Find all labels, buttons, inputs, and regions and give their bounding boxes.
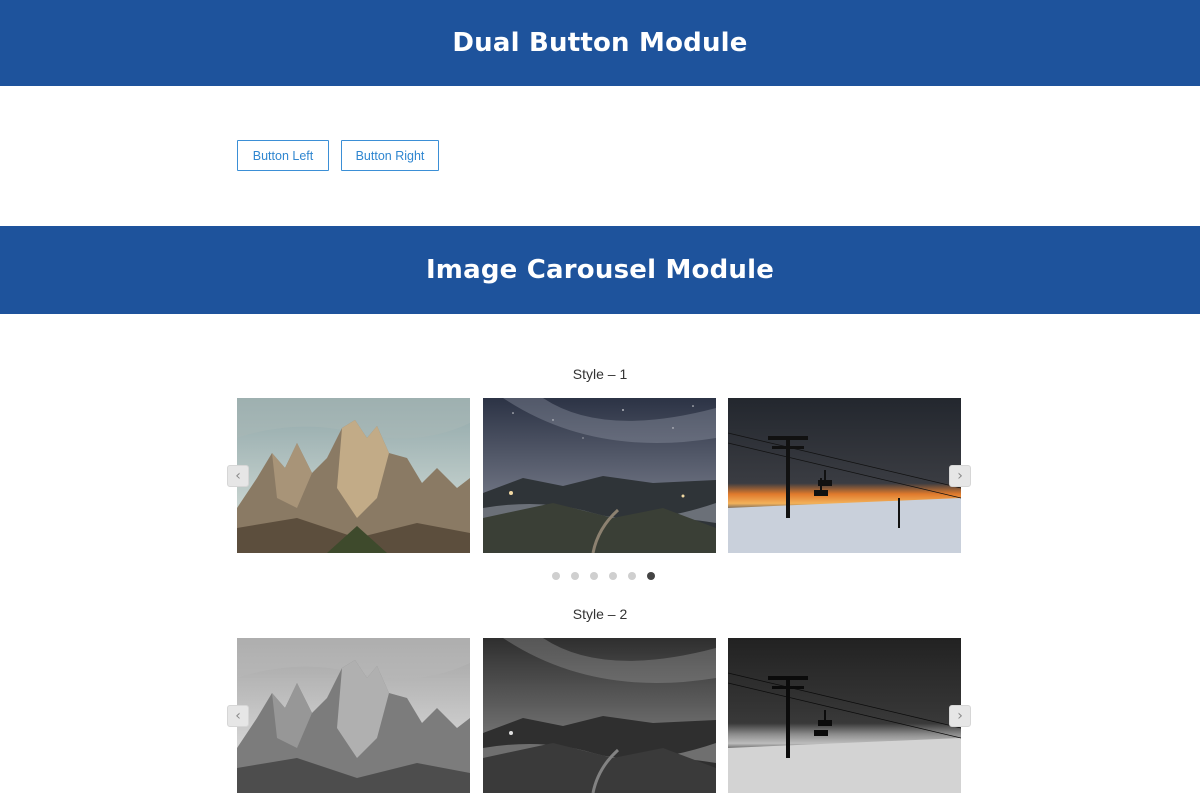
- style-2-label: Style – 2: [572, 606, 628, 622]
- style-2-prev-arrow[interactable]: ‹: [227, 705, 249, 727]
- pagination-dot-5[interactable]: [628, 572, 636, 580]
- pagination-dot-6-active[interactable]: [647, 572, 655, 580]
- mountain-image: [237, 398, 470, 553]
- button-right[interactable]: Button Right: [341, 140, 439, 171]
- mountain-image: [237, 638, 470, 793]
- style-1-prev-arrow[interactable]: ‹: [227, 465, 249, 487]
- style-1-label: Style – 1: [572, 366, 628, 382]
- ski-lift-image: [728, 638, 961, 793]
- milky-way-image: [483, 638, 716, 793]
- pagination-dot-2[interactable]: [571, 572, 579, 580]
- carousel-slide-ski-lift-grayscale[interactable]: [728, 638, 961, 793]
- pagination-dot-4[interactable]: [609, 572, 617, 580]
- ski-lift-image: [728, 398, 961, 553]
- button-left[interactable]: Button Left: [237, 140, 329, 171]
- style-2-next-arrow[interactable]: ›: [949, 705, 971, 727]
- image-carousel-module-title: Image Carousel Module: [425, 255, 775, 285]
- milky-way-image: [483, 398, 716, 553]
- carousel-slide-milky-way[interactable]: [483, 398, 716, 553]
- dual-button-module-header: Dual Button Module: [0, 0, 1200, 86]
- pagination-dot-1[interactable]: [552, 572, 560, 580]
- style-1-pagination-dots: [552, 572, 655, 580]
- pagination-dot-3[interactable]: [590, 572, 598, 580]
- dual-button-module-title: Dual Button Module: [452, 28, 748, 58]
- carousel-slide-mountain[interactable]: [237, 398, 470, 553]
- carousel-slide-ski-lift[interactable]: [728, 398, 961, 553]
- style-1-next-arrow[interactable]: ›: [949, 465, 971, 487]
- carousel-slide-milky-way-grayscale[interactable]: [483, 638, 716, 793]
- image-carousel-module-header: Image Carousel Module: [0, 226, 1200, 314]
- carousel-slide-mountain-grayscale[interactable]: [237, 638, 470, 793]
